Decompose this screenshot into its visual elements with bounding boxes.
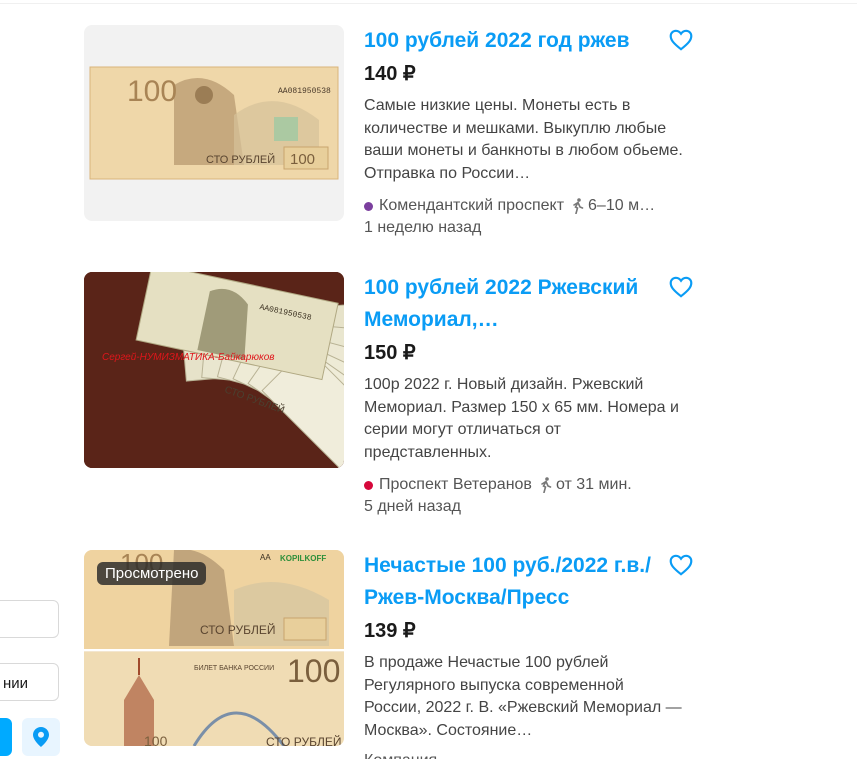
listing-location: Комендантский проспект 6–10 м… [364, 195, 694, 217]
filter-input-1[interactable] [0, 600, 59, 638]
banknote-small-value-text: 100 [290, 151, 315, 168]
seller-type: Компания [364, 750, 694, 759]
walking-icon [541, 477, 552, 493]
viewed-badge: Просмотрено [97, 562, 207, 585]
walking-icon [573, 198, 584, 214]
banknote-series-text: АА [260, 553, 271, 562]
svg-text:100: 100 [144, 733, 168, 746]
listing-price: 150 ₽ [364, 342, 416, 364]
banknote-bank-text: БИЛЕТ БАНКА РОССИИ [194, 665, 274, 672]
banknote-value-text: 100 [127, 75, 177, 108]
listing-description: Самые низкие цены. Монеты есть в количес… [364, 97, 683, 182]
listing-title[interactable]: 100 рублей 2022 год ржев [364, 25, 664, 57]
svg-text:СТО РУБЛЕЙ: СТО РУБЛЕЙ [266, 734, 341, 746]
listing-description: В продаже Нечастые 100 рублей Регулярног… [364, 654, 682, 739]
banknote-fan-image: АА081950538 СТО РУБЛЕЙ Сергей-НУМИЗМАТИК… [84, 272, 344, 468]
listing-title[interactable]: Нечастые 100 руб./2022 г.в./Ржев-Москва/… [364, 550, 664, 614]
brand-watermark: KOPILKOFF [280, 554, 326, 563]
posted-time: 5 дней назад [364, 498, 461, 515]
listing-photo[interactable]: 100 АА081950538 СТО РУБЛЕЙ 100 [84, 25, 344, 221]
map-pin-icon [33, 727, 49, 747]
listing-photo[interactable]: АА081950538 СТО РУБЛЕЙ Сергей-НУМИЗМАТИК… [84, 272, 344, 468]
listing-photo[interactable]: 100 АА KOPILKOFF СТО РУБЛЕЙ БИЛЕТ БАНКА … [84, 550, 344, 746]
banknote-serial-text: АА081950538 [278, 87, 331, 96]
photo-watermark: Сергей-НУМИЗМАТИКА-Байкарюков [102, 352, 275, 363]
listing-price: 140 ₽ [364, 63, 416, 85]
banknote-words-text: СТО РУБЛЕЙ [200, 622, 275, 637]
show-on-map-button[interactable] [22, 718, 60, 756]
favorite-heart-icon[interactable] [668, 274, 694, 300]
metro-line-dot [364, 480, 373, 490]
svg-text:100: 100 [287, 653, 340, 689]
listing-title[interactable]: 100 рублей 2022 Ржевский Мемориал,… [364, 272, 664, 336]
top-divider [0, 0, 857, 4]
favorite-heart-icon[interactable] [668, 552, 694, 578]
metro-station: Комендантский проспект [379, 197, 565, 214]
listing-location: Проспект Ветеранов от 31 мин. [364, 474, 694, 496]
apply-filters-button[interactable] [0, 718, 12, 756]
banknote-words-text: СТО РУБЛЕЙ [206, 153, 275, 166]
walking-distance: 6–10 м… [588, 197, 656, 214]
listing-description: 100р 2022 г. Новый дизайн. Ржевский Мемо… [364, 376, 679, 461]
filter-input-2[interactable]: нии [0, 663, 59, 701]
banknote-image: 100 АА081950538 СТО РУБЛЕЙ 100 [89, 66, 339, 180]
metro-line-dot [364, 201, 373, 211]
filter-input-2-text: нии [3, 675, 29, 692]
favorite-heart-icon[interactable] [668, 27, 694, 53]
walking-distance: от 31 мин. [555, 476, 632, 493]
metro-station: Проспект Ветеранов [379, 476, 532, 493]
listing-price: 139 ₽ [364, 620, 416, 642]
posted-time: 1 неделю назад [364, 219, 482, 236]
